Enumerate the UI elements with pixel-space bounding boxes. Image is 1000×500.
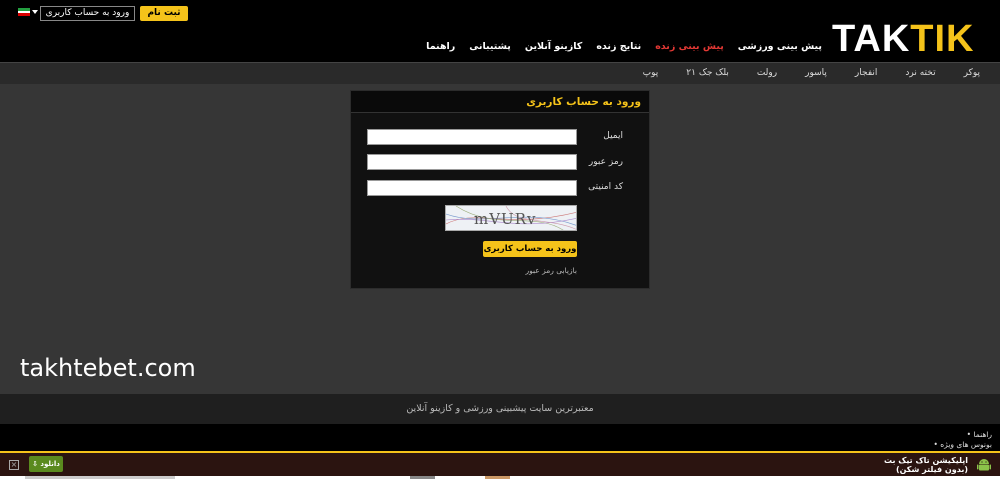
site-logo[interactable]: TAKTIK [832,20,992,58]
subnav-pasur[interactable]: پاسور [805,68,827,78]
header: TAKTIK ورود به حساب کاربری ثبت نام پیش ب… [0,0,1000,62]
forgot-password-link[interactable]: بازیابی رمز عبور [526,266,578,275]
email-label: ایمیل [603,131,623,141]
footer-link-help[interactable]: • راهنما [933,430,992,440]
subnav-poker[interactable]: پوکر [964,68,980,78]
iran-flag-icon [18,8,30,16]
bottom-strip [0,476,1000,500]
chevron-down-icon [32,10,38,14]
password-field[interactable] [367,154,577,170]
register-button[interactable]: ثبت نام [140,6,188,21]
login-panel-title: ورود به حساب کاربری [351,91,649,113]
download-app-button[interactable]: ⇩ دانلود [29,456,63,472]
security-code-field[interactable] [367,180,577,196]
login-button[interactable]: ورود به حساب کاربری [40,6,135,21]
nav-help[interactable]: راهنما [426,41,455,55]
submit-login-button[interactable]: ورود به حساب کاربری [483,241,577,257]
subnav-backgammon[interactable]: تخته نرد [905,68,935,78]
app-download-banner: × ⇩ دانلود اپلیکیشن تاک تیک بت (بدون فیل… [0,451,1000,476]
nav-live-results[interactable]: نتایج زنده [596,41,641,55]
download-label: دانلود [40,460,60,468]
sub-nav: پوکر تخته نرد انفجار پاسور رولت بلک جک ۲… [0,62,1000,84]
nav-live-betting[interactable]: پیش بینی زنده [655,41,724,55]
login-panel: ورود به حساب کاربری ایمیل رمز عبور کد ام… [350,90,650,289]
email-field[interactable] [367,129,577,145]
subnav-crash[interactable]: انفجار [855,68,877,78]
nav-online-casino[interactable]: کازینو آنلاین [525,41,582,55]
nav-sports-betting[interactable]: پیش بینی ورزشی [738,41,822,55]
app-title: اپلیکیشن تاک تیک بت (بدون فیلتر شکن) [884,456,968,474]
android-icon [977,459,991,471]
captcha-image: mVURv [445,205,577,231]
footer-tagline: معتبرترین سایت پیشبینی ورزشی و کازینو آن… [0,394,1000,424]
password-label: رمز عبور [588,157,623,167]
subnav-blackjack[interactable]: بلک جک ۲۱ [686,68,729,78]
captcha-text: mVURv [474,210,537,228]
app-title-line1: اپلیکیشن تاک تیک بت [883,456,968,465]
language-selector[interactable] [8,8,38,18]
main-nav: پیش بینی ورزشی پیش بینی زنده نتایج زنده … [426,41,822,55]
nav-support[interactable]: پشتیبانی [469,41,511,55]
watermark: takhtebet.com [20,354,196,382]
subnav-pop[interactable]: پوپ [643,68,659,78]
footer-link-bonus[interactable]: • بونوس های ویژه [933,440,992,450]
security-code-label: کد امنیتی [588,182,623,192]
app-title-line2: (بدون فیلتر شکن) [895,465,968,474]
subnav-roulette[interactable]: رولت [757,68,777,78]
close-icon[interactable]: × [9,460,19,470]
footer: • راهنما • بونوس های ویژه [0,424,1000,452]
